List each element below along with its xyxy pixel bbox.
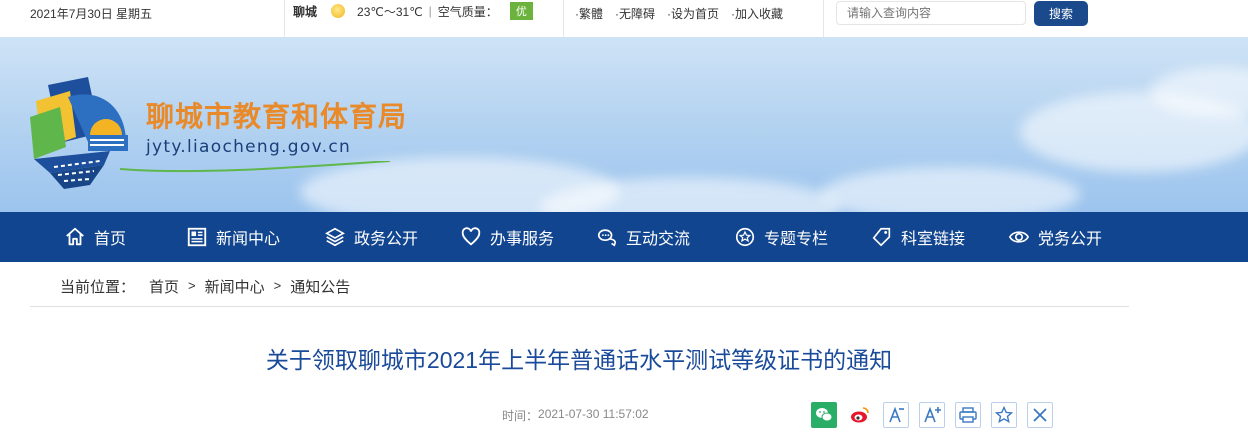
divider — [284, 0, 285, 37]
air-quality-label: 空气质量： — [437, 4, 498, 19]
tag-icon — [872, 227, 891, 247]
nav-item-label: 党务公开 — [1038, 231, 1103, 248]
breadcrumb-divider — [30, 306, 1129, 307]
publish-time-label: 时间： — [502, 409, 539, 423]
publish-time: 2021-07-30 11:57:02 — [538, 407, 649, 421]
eye-icon — [1008, 231, 1030, 243]
quick-links: ·繁體 ·无障碍 ·设为首页 ·加入收藏 — [575, 5, 783, 22]
wechat-icon — [816, 408, 833, 422]
home-icon — [66, 227, 84, 246]
news-icon — [187, 227, 207, 247]
favorite-icon — [994, 405, 1014, 424]
article-title: 关于领取聊城市2021年上半年普通话水平测试等级证书的通知 — [265, 347, 893, 373]
main-nav: 首页 新闻中心 政务公开 办事服务 互动交流 专题专栏 科室链接 党务公开 — [0, 212, 1248, 262]
link-add-favorite[interactable]: ·加入收藏 — [731, 5, 783, 22]
nav-item-department-links[interactable]: 科室链接 — [871, 212, 965, 262]
nav-item-services[interactable]: 办事服务 — [460, 212, 554, 262]
search-input[interactable] — [836, 1, 1026, 25]
current-date: 2021年7月30日 星期五 — [30, 7, 153, 21]
weather-temperature: 23℃～31℃ — [357, 4, 423, 19]
nav-item-interaction[interactable]: 互动交流 — [596, 212, 690, 262]
air-quality-badge: 优 — [509, 2, 533, 20]
top-bar: 2021年7月30日 星期五 聊城 23℃～31℃ | 空气质量： 优 ·繁體 … — [0, 0, 1248, 37]
breadcrumb-notices[interactable]: 通知公告 — [290, 276, 350, 297]
weather-widget: 聊城 23℃～31℃ | 空气质量： 优 — [293, 2, 533, 20]
share-wechat-button[interactable] — [811, 402, 837, 428]
font-increase-button[interactable] — [919, 402, 945, 428]
share-toolbar — [811, 402, 1053, 428]
divider — [563, 0, 564, 37]
nav-item-label: 科室链接 — [901, 231, 966, 248]
breadcrumb-news[interactable]: 新闻中心 — [205, 276, 265, 297]
font-increase-icon — [924, 406, 941, 423]
layers-icon — [325, 227, 345, 247]
nav-item-label: 专题专栏 — [764, 231, 829, 248]
font-decrease-icon — [889, 406, 904, 423]
nav-item-label: 互动交流 — [626, 231, 691, 248]
article-meta: 时间： 2021-07-30 11:57:02 — [502, 407, 649, 424]
chat-icon — [597, 229, 617, 247]
star-badge-icon — [735, 227, 755, 247]
nav-item-label: 政务公开 — [354, 231, 419, 248]
nav-item-label: 办事服务 — [490, 231, 555, 248]
sun-icon — [331, 4, 346, 18]
link-traditional-chinese[interactable]: ·繁體 — [575, 5, 603, 22]
breadcrumb-home[interactable]: 首页 — [149, 276, 179, 297]
divider — [823, 0, 824, 37]
site-url: jyty.liaocheng.gov.cn — [146, 137, 352, 157]
close-icon — [1033, 408, 1047, 422]
site-name: 聊城市教育和体育局 — [146, 101, 408, 132]
breadcrumb-prefix: 当前位置： — [60, 279, 136, 296]
breadcrumb: 当前位置： 首页 > 新闻中心 > 通知公告 — [60, 276, 350, 297]
header-banner: 聊城市教育和体育局 jyty.liaocheng.gov.cn — [0, 37, 1248, 212]
url-underline-decoration — [120, 161, 390, 173]
search-button[interactable]: 搜索 — [1034, 1, 1088, 26]
close-button[interactable] — [1027, 402, 1053, 428]
print-icon — [959, 407, 977, 423]
weather-city: 聊城 — [293, 4, 318, 19]
link-accessibility[interactable]: ·无障碍 — [615, 5, 655, 22]
nav-item-news[interactable]: 新闻中心 — [186, 212, 280, 262]
breadcrumb-separator: > — [273, 278, 282, 293]
share-weibo-button[interactable] — [847, 402, 873, 428]
nav-item-home[interactable]: 首页 — [64, 212, 126, 262]
nav-item-special-topics[interactable]: 专题专栏 — [734, 212, 828, 262]
heart-icon — [461, 227, 481, 246]
favorite-button[interactable] — [991, 402, 1017, 428]
font-decrease-button[interactable] — [883, 402, 909, 428]
breadcrumb-separator: > — [188, 278, 196, 293]
nav-item-label: 首页 — [94, 231, 127, 248]
nav-item-party-affairs[interactable]: 党务公开 — [1008, 212, 1102, 262]
nav-item-government-affairs[interactable]: 政务公开 — [324, 212, 418, 262]
weibo-icon — [851, 407, 869, 423]
nav-item-label: 新闻中心 — [216, 231, 281, 248]
link-set-homepage[interactable]: ·设为首页 — [667, 5, 719, 22]
print-button[interactable] — [955, 402, 981, 428]
